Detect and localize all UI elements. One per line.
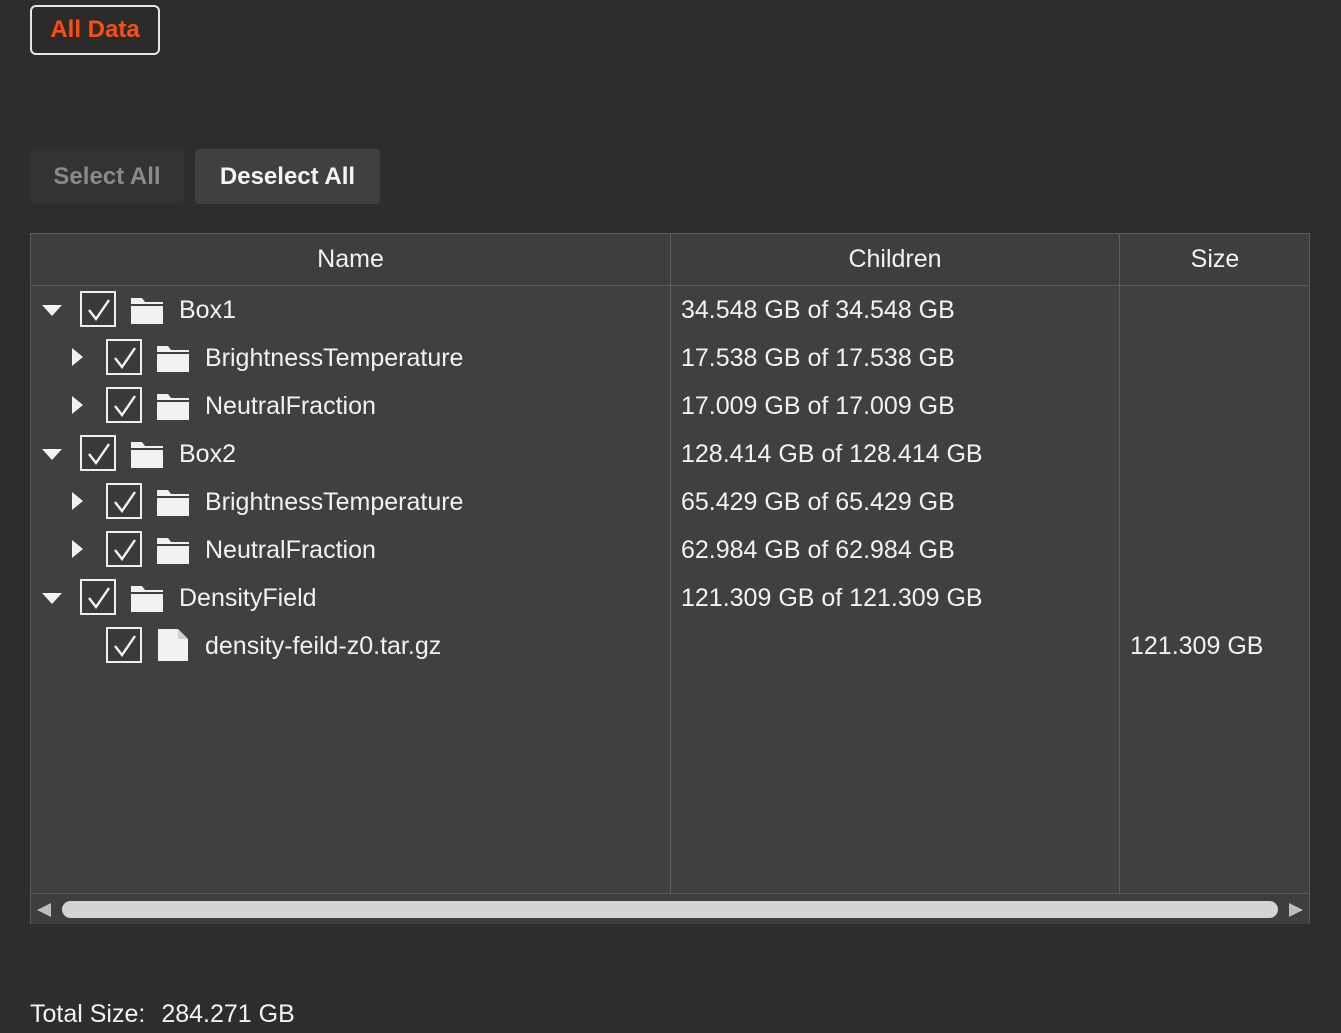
row-children: 62.984 GB of 62.984 GB bbox=[681, 536, 955, 564]
table-row[interactable]: density-feild-z0.tar.gz 121.309 GB bbox=[31, 622, 1309, 670]
column-header-name[interactable]: Name bbox=[31, 234, 670, 285]
table-row[interactable]: NeutralFraction 17.009 GB of 17.009 GB bbox=[31, 382, 1309, 430]
deselect-all-button[interactable]: Deselect All bbox=[195, 149, 380, 204]
table-row[interactable]: NeutralFraction 62.984 GB of 62.984 GB bbox=[31, 526, 1309, 574]
row-children: 17.538 GB of 17.538 GB bbox=[681, 344, 955, 372]
table-row[interactable]: BrightnessTemperature 17.538 GB of 17.53… bbox=[31, 334, 1309, 382]
scrollbar-thumb[interactable] bbox=[62, 901, 1278, 918]
folder-icon bbox=[131, 442, 163, 468]
row-name: BrightnessTemperature bbox=[205, 488, 464, 516]
row-checkbox[interactable] bbox=[80, 291, 116, 327]
folder-icon bbox=[157, 490, 189, 516]
all-data-button[interactable]: All Data bbox=[30, 5, 160, 55]
total-size-value: 284.271 GB bbox=[161, 1000, 295, 1028]
checkmark-icon bbox=[114, 491, 136, 514]
row-checkbox[interactable] bbox=[106, 339, 142, 375]
row-children: 121.309 GB of 121.309 GB bbox=[681, 584, 983, 612]
checkmark-icon bbox=[114, 347, 136, 370]
checkmark-icon bbox=[88, 443, 110, 466]
row-name: DensityField bbox=[179, 584, 317, 612]
file-icon bbox=[158, 629, 188, 661]
row-checkbox[interactable] bbox=[106, 483, 142, 519]
horizontal-scrollbar[interactable] bbox=[31, 893, 1309, 924]
collapse-arrow-icon[interactable] bbox=[42, 449, 62, 460]
checkmark-icon bbox=[88, 299, 110, 322]
expand-arrow-icon[interactable] bbox=[72, 396, 83, 414]
checkmark-icon bbox=[114, 635, 136, 658]
file-tree-table: Name Children Size Box1 34.548 GB of 34.… bbox=[30, 233, 1310, 924]
row-checkbox[interactable] bbox=[106, 531, 142, 567]
row-size: 121.309 GB bbox=[1130, 632, 1264, 660]
row-checkbox[interactable] bbox=[80, 579, 116, 615]
total-size-label: Total Size: bbox=[30, 1000, 146, 1028]
scroll-left-arrow-icon[interactable] bbox=[37, 903, 51, 917]
expand-arrow-icon[interactable] bbox=[72, 492, 83, 510]
row-checkbox[interactable] bbox=[106, 627, 142, 663]
row-checkbox[interactable] bbox=[106, 387, 142, 423]
row-children: 65.429 GB of 65.429 GB bbox=[681, 488, 955, 516]
row-children: 34.548 GB of 34.548 GB bbox=[681, 296, 955, 324]
folder-icon bbox=[131, 586, 163, 612]
folder-icon bbox=[157, 394, 189, 420]
row-name: Box1 bbox=[179, 296, 236, 324]
scroll-right-arrow-icon[interactable] bbox=[1289, 903, 1303, 917]
expand-arrow-icon[interactable] bbox=[72, 540, 83, 558]
select-all-button[interactable]: Select All bbox=[30, 149, 184, 204]
checkmark-icon bbox=[114, 395, 136, 418]
row-name: BrightnessTemperature bbox=[205, 344, 464, 372]
collapse-arrow-icon[interactable] bbox=[42, 593, 62, 604]
row-name: density-feild-z0.tar.gz bbox=[205, 632, 442, 660]
table-row[interactable]: Box2 128.414 GB of 128.414 GB bbox=[31, 430, 1309, 478]
folder-icon bbox=[131, 298, 163, 324]
table-row[interactable]: Box1 34.548 GB of 34.548 GB bbox=[31, 286, 1309, 334]
row-checkbox[interactable] bbox=[80, 435, 116, 471]
folder-icon bbox=[157, 346, 189, 372]
column-header-size[interactable]: Size bbox=[1120, 234, 1310, 285]
table-row[interactable]: BrightnessTemperature 65.429 GB of 65.42… bbox=[31, 478, 1309, 526]
row-name: NeutralFraction bbox=[205, 536, 376, 564]
total-size: Total Size: 284.271 GB bbox=[30, 1000, 295, 1029]
row-name: NeutralFraction bbox=[205, 392, 376, 420]
row-name: Box2 bbox=[179, 440, 236, 468]
column-header-children[interactable]: Children bbox=[671, 234, 1119, 285]
row-children: 128.414 GB of 128.414 GB bbox=[681, 440, 983, 468]
checkmark-icon bbox=[114, 539, 136, 562]
row-children: 17.009 GB of 17.009 GB bbox=[681, 392, 955, 420]
table-row[interactable]: DensityField 121.309 GB of 121.309 GB bbox=[31, 574, 1309, 622]
folder-icon bbox=[157, 538, 189, 564]
expand-arrow-icon[interactable] bbox=[72, 348, 83, 366]
collapse-arrow-icon[interactable] bbox=[42, 305, 62, 316]
checkmark-icon bbox=[88, 587, 110, 610]
